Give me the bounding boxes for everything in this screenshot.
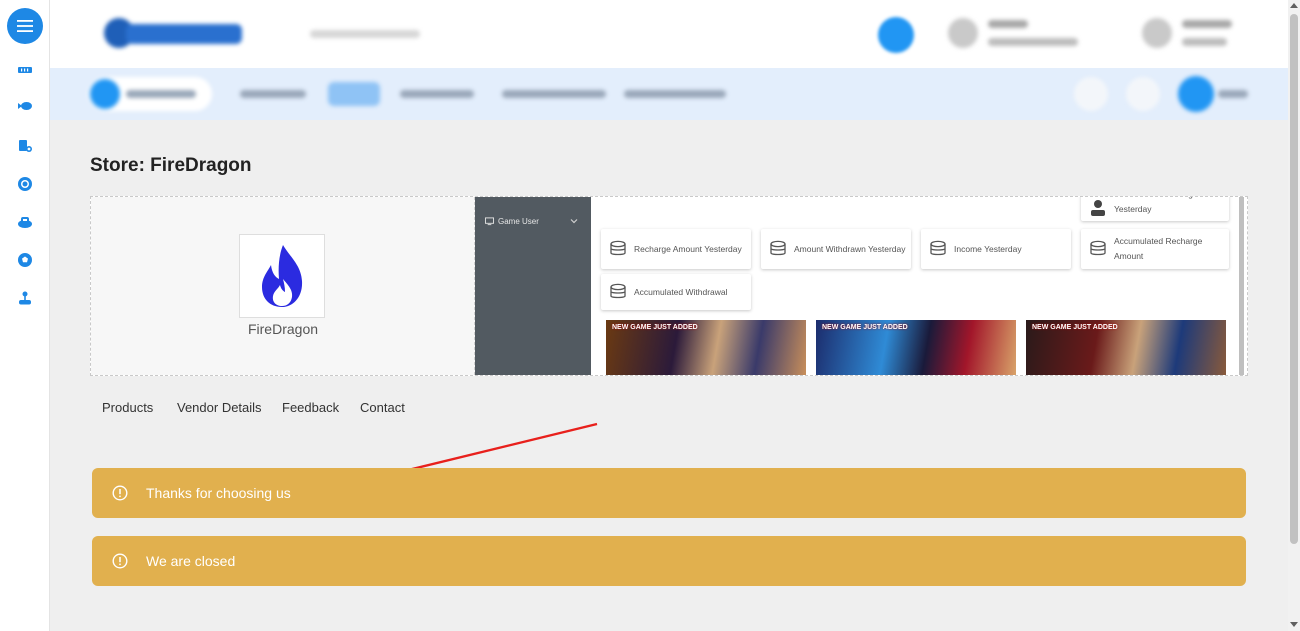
all-categories-button[interactable] bbox=[88, 77, 212, 111]
fish-icon bbox=[18, 102, 32, 110]
tab-vendor-details[interactable]: Vendor Details bbox=[177, 400, 262, 415]
stat-card: Accumulated Recharge Amount bbox=[1081, 229, 1229, 269]
info-circle-icon bbox=[112, 485, 128, 501]
store-logo bbox=[239, 234, 325, 318]
database-icon bbox=[770, 240, 786, 256]
alert-text: Thanks for choosing us bbox=[146, 485, 291, 501]
user-menu-button[interactable] bbox=[1178, 76, 1252, 112]
alert-banner: Thanks for choosing us bbox=[92, 468, 1246, 518]
nav-link-stores-active[interactable] bbox=[328, 82, 380, 106]
joystick-icon bbox=[19, 291, 31, 305]
game-thumbnail: NEW GAME JUST ADDED bbox=[606, 320, 806, 375]
search-input[interactable] bbox=[300, 22, 600, 46]
database-icon bbox=[610, 240, 626, 256]
rail-item-coins[interactable] bbox=[15, 174, 35, 194]
soccer-ball-icon bbox=[18, 253, 32, 267]
hamburger-icon bbox=[17, 20, 33, 32]
cart-button[interactable] bbox=[1126, 77, 1160, 111]
flame-icon bbox=[262, 245, 303, 307]
scroll-up-arrow[interactable] bbox=[1290, 3, 1298, 8]
game-thumbnail: NEW GAME JUST ADDED bbox=[816, 320, 1016, 375]
slot-machine-icon bbox=[19, 140, 32, 152]
game-thumbnail: NEW GAME JUST ADDED bbox=[1026, 320, 1226, 375]
stat-card: Amount Withdrawn Yesterday bbox=[761, 229, 911, 269]
database-icon bbox=[610, 283, 626, 299]
site-logo[interactable] bbox=[104, 18, 244, 50]
tab-feedback[interactable]: Feedback bbox=[282, 400, 339, 415]
balance-info[interactable] bbox=[1142, 14, 1262, 54]
stat-card: Number Of New Registrations Yesterday bbox=[1081, 197, 1229, 221]
screenshot-sidebar: Game User bbox=[475, 197, 591, 375]
menu-toggle-button[interactable] bbox=[7, 8, 43, 44]
screenshot-scrollbar bbox=[1239, 197, 1244, 375]
monitor-icon bbox=[485, 217, 494, 226]
scroll-down-arrow[interactable] bbox=[1290, 622, 1298, 627]
left-rail bbox=[0, 0, 50, 631]
account-info[interactable] bbox=[948, 14, 1118, 54]
nav-link-special-offers[interactable] bbox=[400, 90, 474, 98]
database-icon bbox=[1090, 240, 1106, 256]
user-icon bbox=[1091, 200, 1105, 216]
store-banner: FireDragon Game User Number Of New Regis… bbox=[90, 196, 1248, 376]
stat-card: Accumulated Withdrawal bbox=[601, 274, 751, 310]
rail-item-tickets[interactable] bbox=[15, 60, 35, 80]
stat-card: Recharge Amount Yesterday bbox=[601, 229, 751, 269]
nav-link-marketplace[interactable] bbox=[240, 90, 306, 98]
database-icon bbox=[930, 240, 946, 256]
tab-contact[interactable]: Contact bbox=[360, 400, 405, 415]
nav-strip bbox=[50, 68, 1288, 120]
page-title: Store: FireDragon bbox=[90, 155, 252, 176]
top-header bbox=[50, 0, 1288, 68]
alert-text: We are closed bbox=[146, 553, 236, 569]
page-scrollbar[interactable] bbox=[1288, 0, 1300, 631]
wishlist-button[interactable] bbox=[1074, 77, 1108, 111]
notification-dot[interactable] bbox=[878, 17, 914, 53]
stat-card: Income Yesterday bbox=[921, 229, 1071, 269]
chevron-down-icon bbox=[570, 219, 578, 224]
banner-screenshot: Game User Number Of New Registrations Ye… bbox=[475, 197, 1247, 375]
store-logo-panel: FireDragon bbox=[91, 197, 475, 375]
store-name: FireDragon bbox=[247, 321, 319, 337]
ticket-icon bbox=[18, 67, 32, 73]
rail-item-fish[interactable] bbox=[15, 96, 35, 116]
wallet-icon bbox=[1142, 18, 1172, 48]
scroll-thumb[interactable] bbox=[1290, 14, 1298, 544]
rail-item-slots[interactable] bbox=[15, 136, 35, 156]
user-icon bbox=[948, 18, 978, 48]
rail-item-sports[interactable] bbox=[15, 250, 35, 270]
rail-item-joystick[interactable] bbox=[15, 288, 35, 308]
tab-products[interactable]: Products bbox=[102, 400, 153, 415]
arcade-icon bbox=[18, 217, 32, 228]
nav-link-vendor-dashboard[interactable] bbox=[502, 90, 606, 98]
nav-link-agents-dashboard[interactable] bbox=[624, 90, 726, 98]
sidebar-item-game-user: Game User bbox=[485, 217, 539, 226]
rail-item-arcade[interactable] bbox=[15, 212, 35, 232]
coin-icon bbox=[18, 177, 32, 191]
alert-banner: We are closed bbox=[92, 536, 1246, 586]
info-circle-icon bbox=[112, 553, 128, 569]
